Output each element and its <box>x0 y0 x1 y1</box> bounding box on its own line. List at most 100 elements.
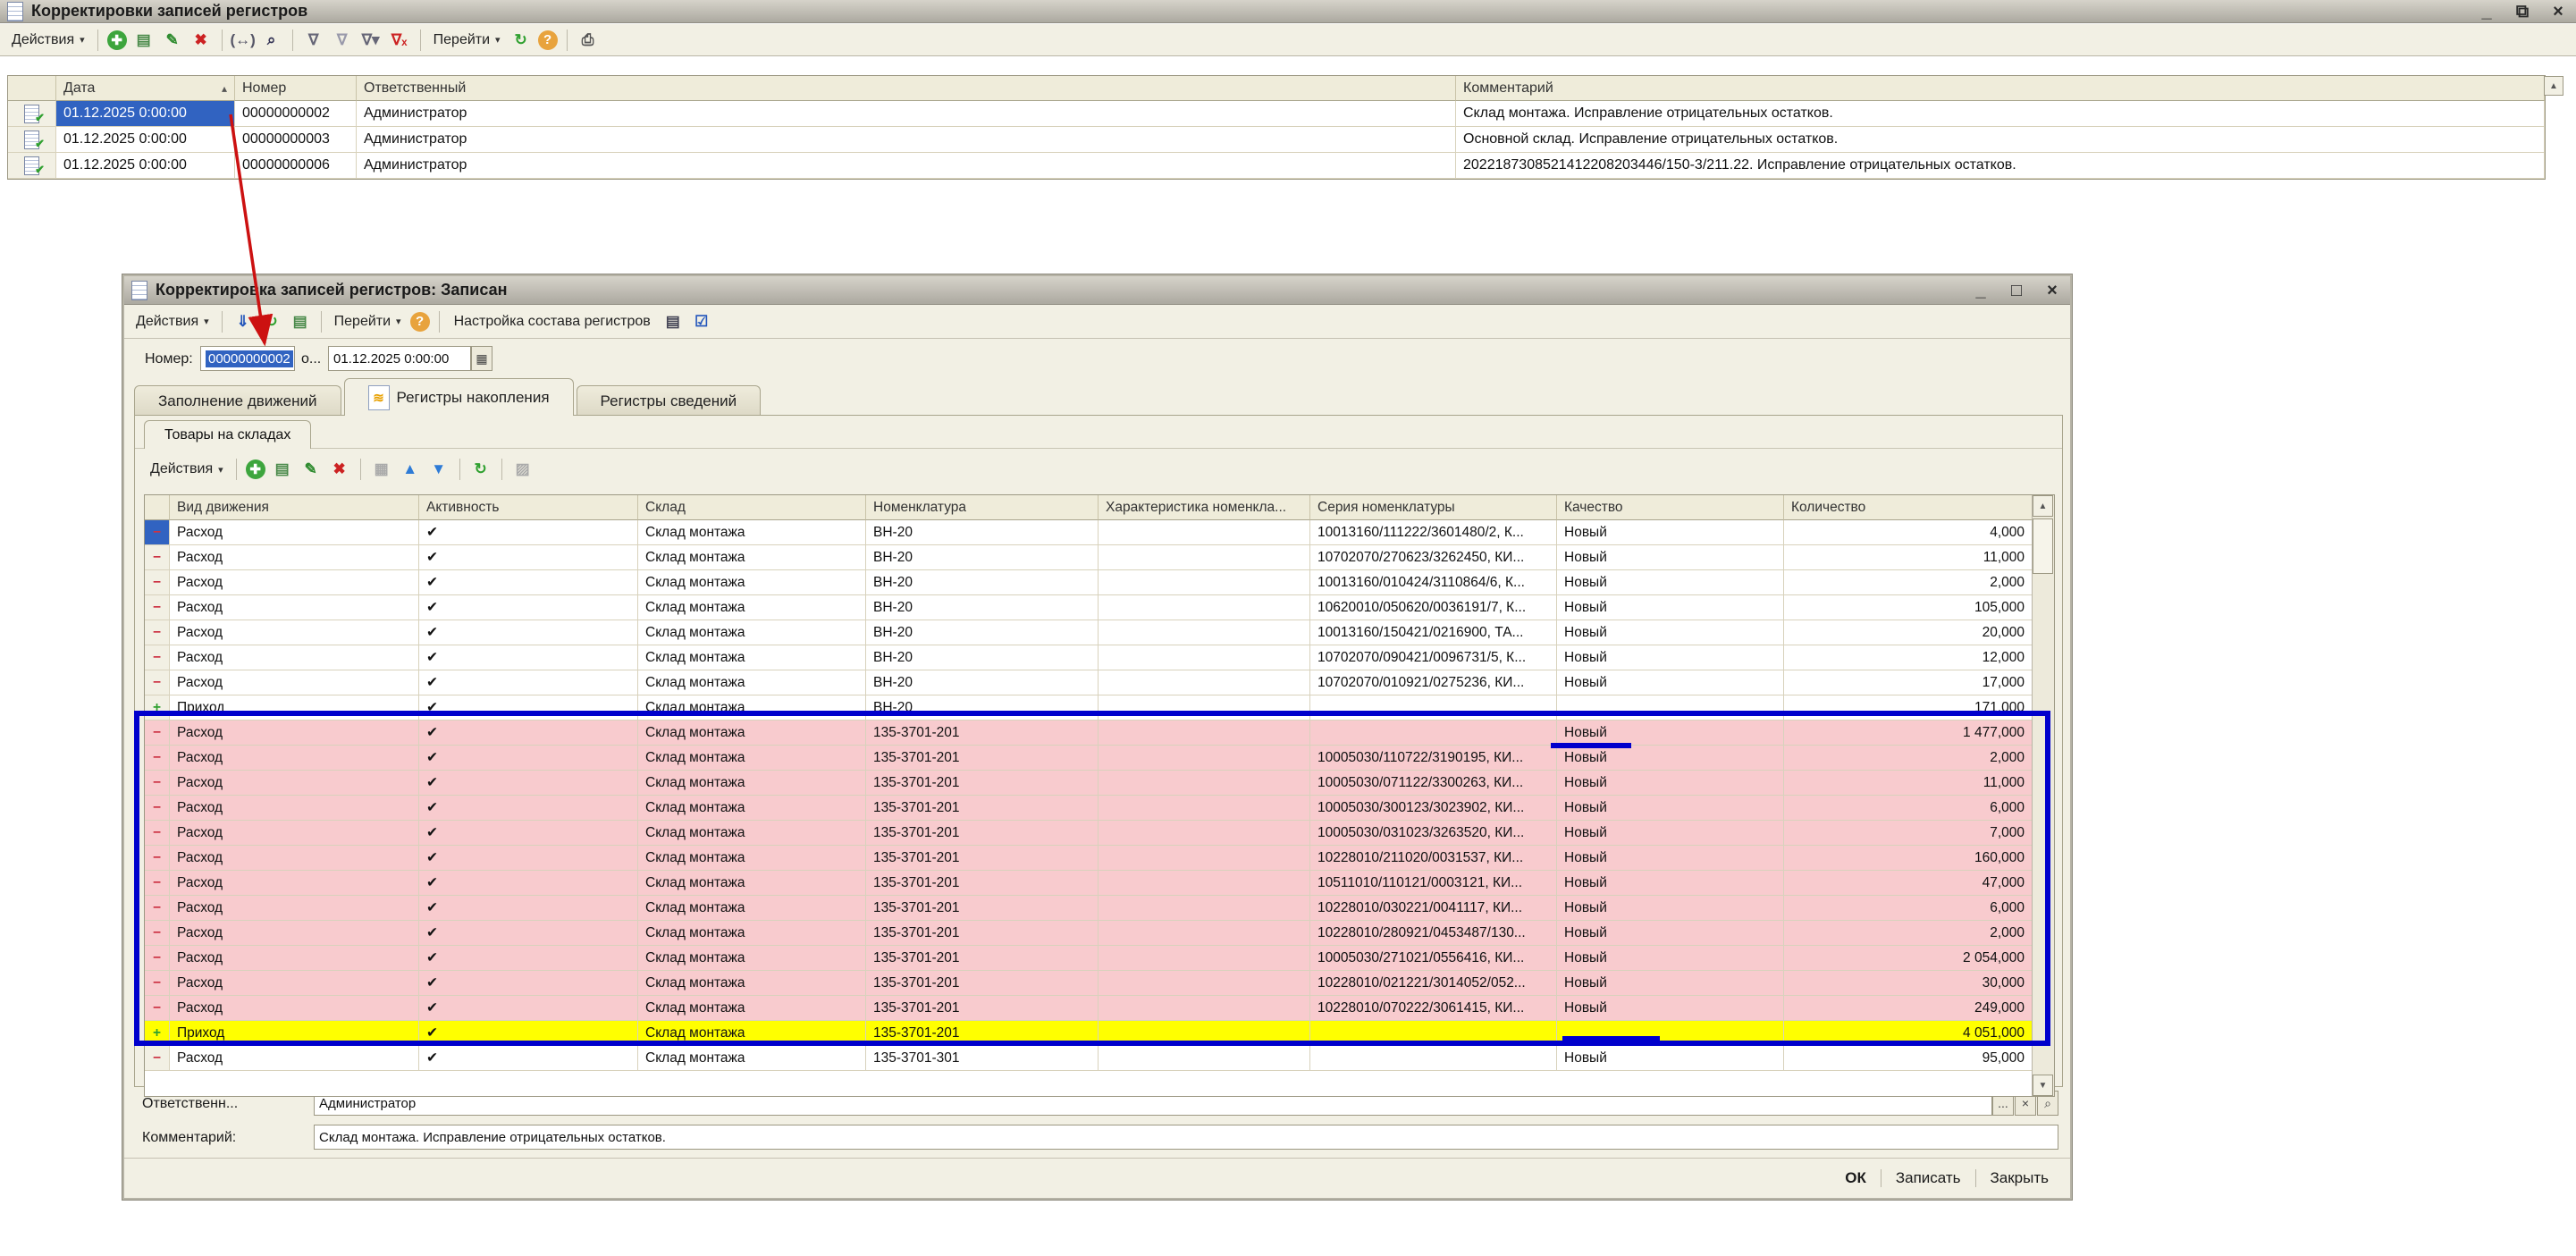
cell-warehouse[interactable]: Склад монтажа <box>638 570 866 595</box>
cell-quantity[interactable]: 160,000 <box>1784 846 2033 871</box>
cell-quantity[interactable]: 2,000 <box>1784 570 2033 595</box>
cell-series[interactable]: 10005030/110722/3190195, КИ... <box>1310 746 1557 771</box>
print-icon[interactable]: ⎙ <box>577 30 600 51</box>
cell-quantity[interactable]: 105,000 <box>1784 595 2033 620</box>
grid-row[interactable]: −Расход✔Склад монтажа135-3701-2011022801… <box>145 921 2054 946</box>
cell-warehouse[interactable]: Склад монтажа <box>638 971 866 996</box>
cell-series[interactable]: 10005030/031023/3263520, КИ... <box>1310 821 1557 846</box>
add-icon[interactable]: ✚ <box>246 459 265 479</box>
cell-active[interactable]: ✔ <box>419 996 638 1021</box>
cell-active[interactable]: ✔ <box>419 846 638 871</box>
filter-icon[interactable]: ∇ <box>331 30 354 51</box>
cell-quality[interactable]: Новый <box>1557 1046 1784 1071</box>
cell-quality[interactable]: Новый <box>1557 846 1784 871</box>
cell-quantity[interactable]: 95,000 <box>1784 1046 2033 1071</box>
refresh-icon[interactable]: ↻ <box>469 459 492 480</box>
cell-quantity[interactable]: 30,000 <box>1784 971 2033 996</box>
cell-warehouse[interactable]: Склад монтажа <box>638 771 866 796</box>
cell-quality[interactable]: Новый <box>1557 946 1784 971</box>
cell-responsible[interactable]: Администратор <box>357 101 1456 127</box>
grid-row[interactable]: −Расход✔Склад монтажа135-3701-2011022801… <box>145 996 2054 1021</box>
grid-row[interactable]: −Расход✔Склад монтажа135-3701-2011022801… <box>145 846 2054 871</box>
cell-movement-type[interactable]: Расход <box>170 946 419 971</box>
cell-series[interactable]: 10702070/270623/3262450, КИ... <box>1310 545 1557 570</box>
cell-active[interactable]: ✔ <box>419 921 638 946</box>
cell-comment[interactable]: Склад монтажа. Исправление отрицательных… <box>1456 101 2545 127</box>
cell-characteristic[interactable] <box>1099 620 1310 645</box>
cell-active[interactable]: ✔ <box>419 746 638 771</box>
cell-series[interactable]: 10228010/211020/0031537, КИ... <box>1310 846 1557 871</box>
list-row[interactable]: ✔01.12.2025 0:00:0000000000006Администра… <box>8 153 2545 179</box>
actions-menu[interactable]: Действия▾ <box>130 314 215 330</box>
close-button[interactable]: × <box>2041 282 2063 299</box>
grid-column-header-1[interactable]: Вид движения <box>170 495 419 520</box>
grid-row[interactable]: −Расход✔Склад монтажа135-3701-2011022801… <box>145 971 2054 996</box>
cell-nomenclature[interactable]: 135-3701-201 <box>866 746 1099 771</box>
cell-warehouse[interactable]: Склад монтажа <box>638 846 866 871</box>
cell-series[interactable]: 10005030/071122/3300263, КИ... <box>1310 771 1557 796</box>
cell-series[interactable]: 10228010/021221/3014052/052... <box>1310 971 1557 996</box>
add-icon[interactable]: ✚ <box>107 30 127 50</box>
move-down-icon[interactable]: ▼ <box>427 459 450 480</box>
comment-input[interactable]: Склад монтажа. Исправление отрицательных… <box>314 1125 2058 1150</box>
cell-quantity[interactable]: 2,000 <box>1784 746 2033 771</box>
cell-characteristic[interactable] <box>1099 746 1310 771</box>
grid-column-header-7[interactable]: Качество <box>1557 495 1784 520</box>
cell-quantity[interactable]: 4,000 <box>1784 520 2033 545</box>
cell-nomenclature[interactable]: 135-3701-201 <box>866 1021 1099 1046</box>
cell-movement-type[interactable]: Расход <box>170 796 419 821</box>
cell-series[interactable] <box>1310 1021 1557 1046</box>
cell-series[interactable] <box>1310 721 1557 746</box>
cell-quantity[interactable]: 171,000 <box>1784 695 2033 721</box>
grid-row[interactable]: −Расход✔Склад монтажа135-3701-2011000503… <box>145 771 2054 796</box>
post-icon[interactable]: ↻ <box>260 311 283 333</box>
cell-quantity[interactable]: 12,000 <box>1784 645 2033 670</box>
cell-movement-type[interactable]: Расход <box>170 771 419 796</box>
register-settings-button[interactable]: Настройка состава регистров <box>446 314 659 330</box>
register-list-icon[interactable]: ▤ <box>661 311 685 333</box>
cell-series[interactable]: 10228010/280921/0453487/130... <box>1310 921 1557 946</box>
date-input[interactable]: 01.12.2025 0:00:00 <box>328 346 471 371</box>
cell-quality[interactable] <box>1557 695 1784 721</box>
cell-movement-type[interactable]: Расход <box>170 921 419 946</box>
delete-icon[interactable]: ✖ <box>328 459 351 480</box>
calendar-button[interactable]: ▦ <box>471 346 492 371</box>
cell-characteristic[interactable] <box>1099 520 1310 545</box>
cell-active[interactable]: ✔ <box>419 570 638 595</box>
cell-series[interactable]: 10702070/090421/0096731/5, К... <box>1310 645 1557 670</box>
cell-warehouse[interactable]: Склад монтажа <box>638 996 866 1021</box>
cell-date[interactable]: 01.12.2025 0:00:00 <box>56 101 235 127</box>
cell-nomenclature[interactable]: 135-3701-201 <box>866 721 1099 746</box>
cell-date[interactable]: 01.12.2025 0:00:00 <box>56 153 235 179</box>
actions-menu[interactable]: Действия▾ <box>144 461 230 477</box>
cell-warehouse[interactable]: Склад монтажа <box>638 921 866 946</box>
cell-nomenclature[interactable]: ВН-20 <box>866 645 1099 670</box>
cell-movement-type[interactable]: Расход <box>170 846 419 871</box>
maximize-button[interactable]: □ <box>2006 282 2027 299</box>
copy-icon[interactable]: ▤ <box>132 30 156 51</box>
cell-characteristic[interactable] <box>1099 871 1310 896</box>
column-header-1[interactable]: Дата▴ <box>56 76 235 101</box>
cell-quality[interactable]: Новый <box>1557 971 1784 996</box>
cell-nomenclature[interactable]: ВН-20 <box>866 670 1099 695</box>
copy-icon[interactable]: ▤ <box>289 311 312 333</box>
cell-warehouse[interactable]: Склад монтажа <box>638 695 866 721</box>
cell-quality[interactable]: Новый <box>1557 871 1784 896</box>
cell-warehouse[interactable]: Склад монтажа <box>638 520 866 545</box>
cell-characteristic[interactable] <box>1099 1021 1310 1046</box>
cell-movement-type[interactable]: Расход <box>170 896 419 921</box>
sort-icon[interactable]: ▨ <box>511 459 535 480</box>
cell-active[interactable]: ✔ <box>419 645 638 670</box>
cell-series[interactable] <box>1310 695 1557 721</box>
cell-warehouse[interactable]: Склад монтажа <box>638 545 866 570</box>
cell-nomenclature[interactable]: 135-3701-201 <box>866 971 1099 996</box>
cell-active[interactable]: ✔ <box>419 896 638 921</box>
filter-by-value-icon[interactable]: ∇▾ <box>359 30 383 51</box>
list-scroll-up-button[interactable]: ▲ <box>2544 76 2563 96</box>
grid-column-header-4[interactable]: Номенклатура <box>866 495 1099 520</box>
cell-characteristic[interactable] <box>1099 595 1310 620</box>
refresh-icon[interactable]: ↻ <box>509 30 533 51</box>
grid-row[interactable]: −Расход✔Склад монтажа135-3701-301Новый95… <box>145 1046 2054 1071</box>
filter-settings-icon[interactable]: ∇ <box>302 30 325 51</box>
cell-movement-type[interactable]: Расход <box>170 996 419 1021</box>
